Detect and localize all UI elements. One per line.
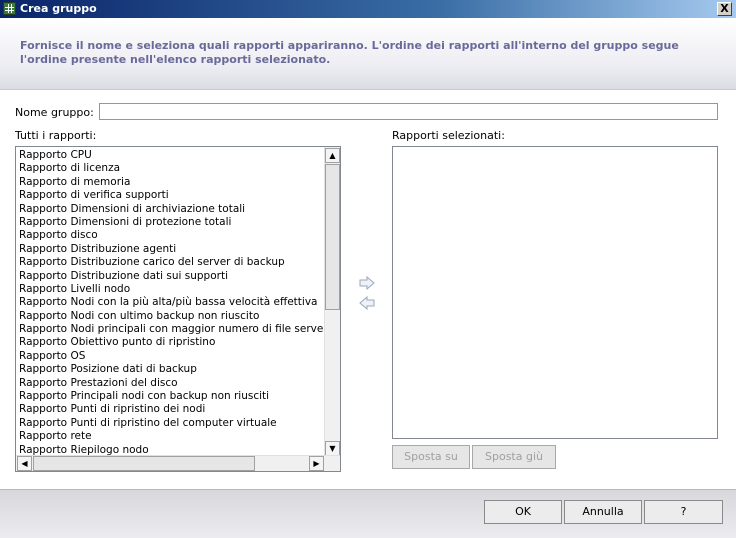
selected-reports-label: Rapporti selezionati: [392,129,505,142]
list-item[interactable]: Rapporto Obiettivo punto di ripristino [19,336,325,349]
vertical-scrollbar[interactable]: ▲ ▼ [324,147,340,456]
list-item[interactable]: Rapporto di verifica supporti [19,189,325,202]
group-name-input[interactable] [99,103,718,120]
scroll-thumb-horizontal[interactable] [33,456,255,471]
list-item[interactable]: Rapporto disco [19,229,325,242]
horizontal-scrollbar[interactable]: ◀ ▶ [16,455,340,471]
all-reports-list[interactable]: Rapporto CPU Rapporto di licenza Rapporto … [15,146,341,472]
list-item[interactable]: Rapporto Prestazioni del disco [19,377,325,390]
list-item[interactable]: Rapporto Nodi con la più alta/più bassa … [19,296,325,309]
list-item[interactable]: Rapporto Punti di ripristino del compute… [19,417,325,430]
list-item[interactable]: Rapporto Distribuzione dati sui supporti [19,270,325,283]
list-item[interactable]: Rapporto Livelli nodo [19,283,325,296]
title-bar: Crea gruppo X [0,0,736,18]
scroll-down-icon[interactable]: ▼ [325,441,340,456]
list-item[interactable]: Rapporto Posizione dati di backup [19,363,325,376]
ok-button[interactable]: OK [484,500,562,524]
move-up-button[interactable]: Sposta su [392,445,470,469]
scroll-left-icon[interactable]: ◀ [17,456,32,471]
arrow-right-icon[interactable] [359,276,375,290]
list-item[interactable]: Rapporto di licenza [19,162,325,175]
list-item[interactable]: Rapporto Punti di ripristino dei nodi [19,403,325,416]
app-grid-icon [3,2,16,15]
list-item[interactable]: Rapporto Riepilogo nodo [19,444,325,455]
list-item[interactable]: Rapporto Distribuzione carico del server… [19,256,325,269]
arrow-left-icon[interactable] [359,296,375,310]
close-button[interactable]: X [717,2,732,16]
scroll-up-icon[interactable]: ▲ [325,148,340,163]
list-item[interactable]: Rapporto di memoria [19,176,325,189]
list-item[interactable]: Rapporto Nodi con ultimo backup non rius… [19,310,325,323]
selected-reports-items [396,149,702,438]
list-item[interactable]: Rapporto CPU [19,149,325,162]
list-item[interactable]: Rapporto rete [19,430,325,443]
scroll-right-icon[interactable]: ▶ [309,456,324,471]
all-reports-items: Rapporto CPU Rapporto di licenza Rapporto … [19,149,325,455]
list-item[interactable]: Rapporto Dimensioni di archiviazione tot… [19,203,325,216]
list-item[interactable]: Rapporto Principali nodi con backup non … [19,390,325,403]
scroll-thumb[interactable] [325,164,340,310]
footer-bar: OK Annulla ? [0,489,736,538]
list-item[interactable]: Rapporto Nodi principali con maggior num… [19,323,325,336]
window-title: Crea gruppo [20,2,97,15]
help-button[interactable]: ? [644,500,723,524]
list-item[interactable]: Rapporto Distribuzione agenti [19,243,325,256]
list-item[interactable]: Rapporto Dimensioni di protezione totali [19,216,325,229]
group-name-label: Nome gruppo: [15,106,94,119]
cancel-button[interactable]: Annulla [564,500,642,524]
all-reports-label: Tutti i rapporti: [15,129,97,142]
header-banner: Fornisce il nome e seleziona quali rappo… [0,18,736,90]
header-description: Fornisce il nome e seleziona quali rappo… [20,39,679,66]
selected-reports-list[interactable] [392,146,718,439]
move-down-button[interactable]: Sposta giù [472,445,556,469]
list-item[interactable]: Rapporto OS [19,350,325,363]
